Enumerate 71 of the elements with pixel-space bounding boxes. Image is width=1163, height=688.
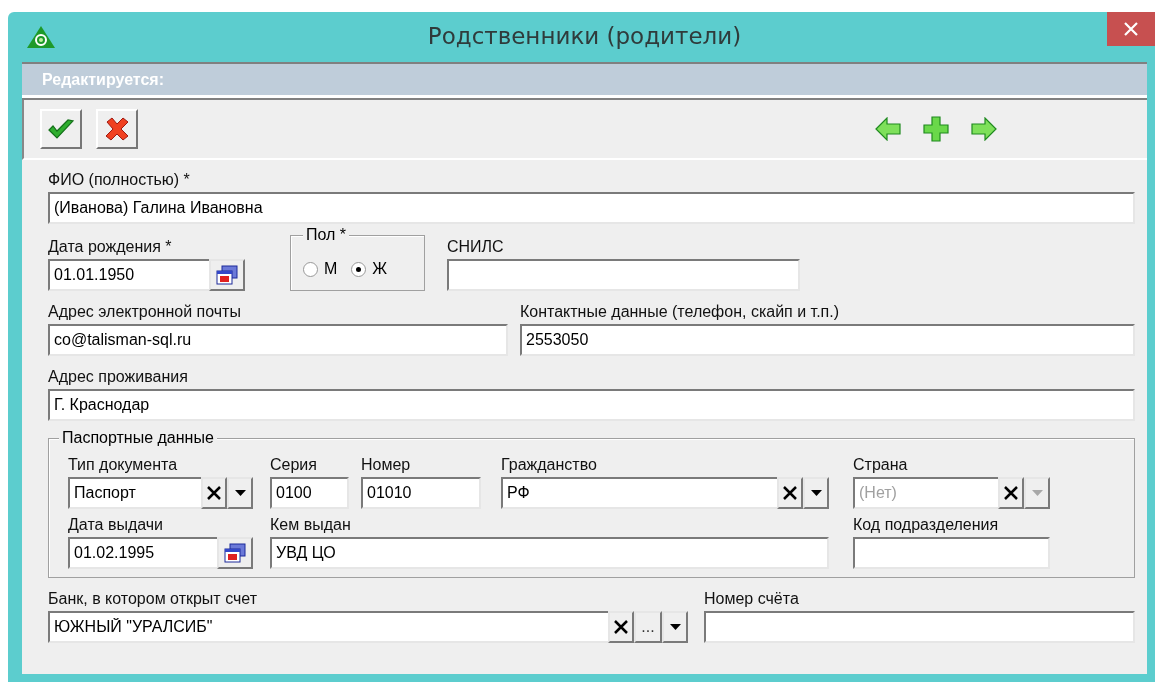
caret-icon: [234, 490, 246, 496]
input-field[interactable]: [853, 537, 1050, 569]
input-field[interactable]: [447, 259, 800, 291]
input-field[interactable]: УВД ЦО: [270, 537, 829, 569]
caret-icon: [810, 490, 822, 496]
date-field[interactable]: 01.01.1950: [48, 259, 209, 291]
radio-label: М: [324, 260, 338, 278]
field-label: Банк, в котором открыт счет: [48, 589, 258, 609]
cancel-button[interactable]: [96, 109, 138, 149]
input-field[interactable]: [704, 611, 1135, 643]
radio-button[interactable]: [303, 261, 318, 277]
clear-button[interactable]: [777, 477, 803, 509]
plus-icon: [923, 116, 949, 142]
input-field[interactable]: 2553050: [520, 324, 1135, 356]
left-arrow-icon: [875, 117, 901, 141]
status-text: Редактируется:: [42, 70, 165, 89]
calendar-button[interactable]: [209, 259, 245, 291]
cross-icon: [104, 116, 130, 142]
field-label: ФИО (полностью) *: [48, 170, 191, 190]
field-label: Контактные данные (телефон, скайп и т.п.): [520, 302, 841, 322]
field-label: Номер счёта: [704, 589, 800, 609]
radio-label: Ж: [372, 260, 388, 278]
input-field[interactable]: co@talisman-sql.ru: [48, 324, 508, 356]
close-button[interactable]: [1107, 12, 1155, 46]
browse-button[interactable]: ...: [634, 611, 662, 643]
clear-icon: [783, 486, 797, 500]
window-title: Родственники (родители): [426, 23, 743, 49]
combo-field[interactable]: ЮЖНЫЙ "УРАЛСИБ": [48, 611, 608, 643]
field-label: Гражданство: [501, 455, 598, 475]
caret-icon: [1031, 490, 1043, 496]
field-label: Страна: [853, 455, 909, 475]
next-button[interactable]: [971, 117, 997, 141]
dropdown-button[interactable]: [803, 477, 829, 509]
checkmark-icon: [47, 118, 75, 140]
dropdown-button[interactable]: [662, 611, 688, 643]
clear-icon: [1004, 486, 1018, 500]
calendar-icon: [216, 265, 238, 285]
combo-field[interactable]: Паспорт: [68, 477, 201, 509]
field-label: Дата выдачи: [68, 515, 165, 535]
app-logo-icon: [26, 25, 56, 49]
group-title: Паспортные данные: [59, 428, 217, 448]
input-field[interactable]: (Иванова) Галина Ивановна: [48, 192, 1135, 224]
field-label: СНИЛС: [447, 237, 505, 257]
dropdown-button[interactable]: [227, 477, 253, 509]
clear-icon: [207, 486, 221, 500]
calendar-icon: [224, 543, 246, 563]
right-arrow-icon: [971, 117, 997, 141]
add-button[interactable]: [923, 116, 949, 142]
field-label: Тип документа: [68, 455, 179, 475]
calendar-button[interactable]: [217, 537, 253, 569]
input-field[interactable]: Г. Краснодар: [48, 389, 1135, 421]
field-label: Адрес электронной почты: [48, 302, 242, 322]
field-label: Кем выдан: [270, 515, 352, 535]
field-label: Номер: [361, 455, 412, 475]
input-field[interactable]: 0100: [270, 477, 349, 509]
field-label: Дата рождения *: [48, 237, 173, 257]
clear-button[interactable]: [608, 611, 634, 643]
radio-button[interactable]: [351, 261, 367, 277]
clear-button[interactable]: [998, 477, 1024, 509]
field-label: Код подразделения: [853, 515, 1000, 535]
field-label: Адрес проживания: [48, 367, 189, 387]
field-label: Серия: [270, 455, 318, 475]
clear-icon: [614, 620, 628, 634]
caret-icon: [669, 624, 681, 630]
clear-button[interactable]: [201, 477, 227, 509]
close-icon: [1124, 22, 1138, 36]
input-field[interactable]: 01010: [361, 477, 481, 509]
combo-field[interactable]: РФ: [501, 477, 777, 509]
date-field[interactable]: 01.02.1995: [68, 537, 217, 569]
previous-button[interactable]: [875, 117, 901, 141]
save-button[interactable]: [40, 109, 82, 149]
